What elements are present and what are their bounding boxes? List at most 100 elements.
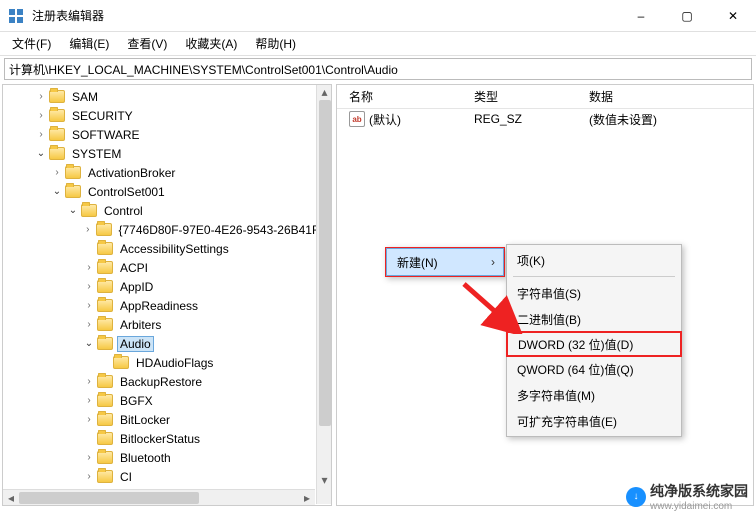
context-menu[interactable]: 新建(N) › — [385, 247, 505, 277]
watermark-title: 纯净版系统家园 — [650, 481, 748, 501]
tree-node[interactable]: ActivationBroker — [3, 163, 331, 182]
tree-node[interactable]: Arbiters — [3, 315, 331, 334]
tree-node[interactable]: SECURITY — [3, 106, 331, 125]
tree-node[interactable]: Bluetooth — [3, 448, 331, 467]
tree-node[interactable]: SOFTWARE — [3, 125, 331, 144]
chevron-right-icon[interactable] — [83, 319, 95, 330]
tree-node-label: ControlSet001 — [85, 184, 168, 200]
context-submenu-item[interactable]: 可扩充字符串值(E) — [507, 408, 681, 434]
menu-view[interactable]: 查看(V) — [123, 33, 171, 54]
tree-node[interactable]: BackupRestore — [3, 372, 331, 391]
chevron-right-icon[interactable] — [83, 281, 95, 292]
menu-edit[interactable]: 编辑(E) — [65, 33, 113, 54]
tree-node-label: Bluetooth — [117, 450, 174, 466]
chevron-right-icon[interactable] — [83, 376, 95, 387]
tree-vertical-scrollbar[interactable]: ▴ ▾ — [316, 84, 332, 504]
folder-icon — [97, 470, 113, 483]
context-menu-new[interactable]: 新建(N) › — [386, 248, 504, 276]
context-submenu-label: 多字符串值(M) — [517, 387, 595, 404]
tree-node[interactable]: HDAudioFlags — [3, 353, 331, 372]
tree-node[interactable]: AccessibilitySettings — [3, 239, 331, 258]
folder-icon — [97, 337, 113, 350]
chevron-down-icon[interactable] — [67, 205, 79, 216]
scroll-right-icon[interactable]: ▸ — [299, 490, 315, 506]
minimize-button[interactable]: – — [618, 0, 664, 32]
column-type[interactable]: 类型 — [462, 85, 577, 108]
chevron-right-icon[interactable] — [35, 129, 47, 140]
tree-node-label: BitLocker — [117, 412, 173, 428]
folder-icon — [49, 147, 65, 160]
tree-node-label: BackupRestore — [117, 374, 205, 390]
title-bar: 注册表编辑器 – ▢ ✕ — [0, 0, 756, 32]
tree-node[interactable]: {7746D80F-97E0-4E26-9543-26B41FC — [3, 220, 331, 239]
chevron-right-icon[interactable] — [83, 452, 95, 463]
chevron-down-icon[interactable] — [83, 338, 95, 349]
chevron-right-icon[interactable] — [83, 300, 95, 311]
context-submenu-item[interactable]: 二进制值(B) — [507, 306, 681, 332]
context-submenu-new[interactable]: 项(K) 字符串值(S)二进制值(B)DWORD (32 位)值(D)QWORD … — [506, 244, 682, 437]
menu-separator — [513, 276, 675, 277]
chevron-right-icon[interactable] — [83, 414, 95, 425]
tree-node[interactable]: CI — [3, 467, 331, 486]
tree-node-label: AppID — [117, 279, 156, 295]
folder-icon — [49, 128, 65, 141]
context-submenu-item[interactable]: 字符串值(S) — [507, 280, 681, 306]
chevron-right-icon[interactable] — [82, 224, 94, 235]
tree-node[interactable]: ACPI — [3, 258, 331, 277]
tree-node[interactable]: AppID — [3, 277, 331, 296]
tree-node-label: SOFTWARE — [69, 127, 143, 143]
scroll-down-icon[interactable]: ▾ — [317, 472, 332, 488]
context-submenu-item[interactable]: 项(K) — [507, 247, 681, 273]
close-button[interactable]: ✕ — [710, 0, 756, 32]
folder-icon — [96, 223, 112, 236]
maximize-button[interactable]: ▢ — [664, 0, 710, 32]
scroll-thumb-h[interactable] — [19, 492, 199, 504]
tree-node[interactable]: Audio — [3, 334, 331, 353]
scroll-up-icon[interactable]: ▴ — [317, 84, 332, 100]
menu-file[interactable]: 文件(F) — [8, 33, 55, 54]
tree-node[interactable]: Control — [3, 201, 331, 220]
tree-node-label: ActivationBroker — [85, 165, 178, 181]
scroll-thumb[interactable] — [319, 100, 331, 426]
context-submenu-label: 可扩充字符串值(E) — [517, 413, 617, 430]
folder-icon — [49, 90, 65, 103]
chevron-right-icon[interactable] — [35, 110, 47, 121]
folder-icon — [49, 109, 65, 122]
chevron-right-icon[interactable] — [83, 395, 95, 406]
tree-node-label: SAM — [69, 89, 101, 105]
tree-node[interactable]: BitlockerStatus — [3, 429, 331, 448]
tree-node[interactable]: ControlSet001 — [3, 182, 331, 201]
registry-tree-pane: SAMSECURITY SOFTWARE SYSTEM ActivationBroke… — [2, 84, 332, 506]
tree-node[interactable]: SAM — [3, 87, 331, 106]
chevron-right-icon[interactable] — [83, 471, 95, 482]
app-icon — [8, 8, 24, 24]
list-row[interactable]: ab(默认)REG_SZ(数值未设置) — [337, 109, 753, 129]
context-submenu-item[interactable]: 多字符串值(M) — [507, 382, 681, 408]
chevron-down-icon[interactable] — [51, 186, 63, 197]
context-menu-label: 新建(N) — [397, 254, 438, 271]
menu-favorites[interactable]: 收藏夹(A) — [181, 33, 241, 54]
chevron-down-icon[interactable] — [35, 148, 47, 159]
window-title: 注册表编辑器 — [32, 7, 618, 24]
column-name[interactable]: 名称 — [337, 85, 462, 108]
chevron-right-icon[interactable] — [83, 262, 95, 273]
context-submenu-item[interactable]: DWORD (32 位)值(D) — [506, 331, 682, 357]
folder-icon — [97, 451, 113, 464]
folder-icon — [65, 185, 81, 198]
tree-node[interactable]: AppReadiness — [3, 296, 331, 315]
scroll-left-icon[interactable]: ◂ — [3, 490, 19, 506]
tree-node[interactable]: BGFX — [3, 391, 331, 410]
chevron-right-icon[interactable] — [35, 91, 47, 102]
column-data[interactable]: 数据 — [577, 85, 753, 108]
menu-help[interactable]: 帮助(H) — [251, 33, 300, 54]
tree-node[interactable]: SYSTEM — [3, 144, 331, 163]
context-submenu-item[interactable]: QWORD (64 位)值(Q) — [507, 356, 681, 382]
tree-horizontal-scrollbar[interactable]: ◂ ▸ — [3, 489, 315, 505]
tree-node-label: SYSTEM — [69, 146, 124, 162]
folder-icon — [97, 261, 113, 274]
chevron-right-icon[interactable] — [51, 167, 63, 178]
tree-node-label: Arbiters — [117, 317, 164, 333]
tree-node[interactable]: BitLocker — [3, 410, 331, 429]
watermark-url: www.yidaimei.com — [650, 501, 748, 512]
address-bar[interactable]: 计算机\HKEY_LOCAL_MACHINE\SYSTEM\ControlSet… — [4, 58, 752, 80]
